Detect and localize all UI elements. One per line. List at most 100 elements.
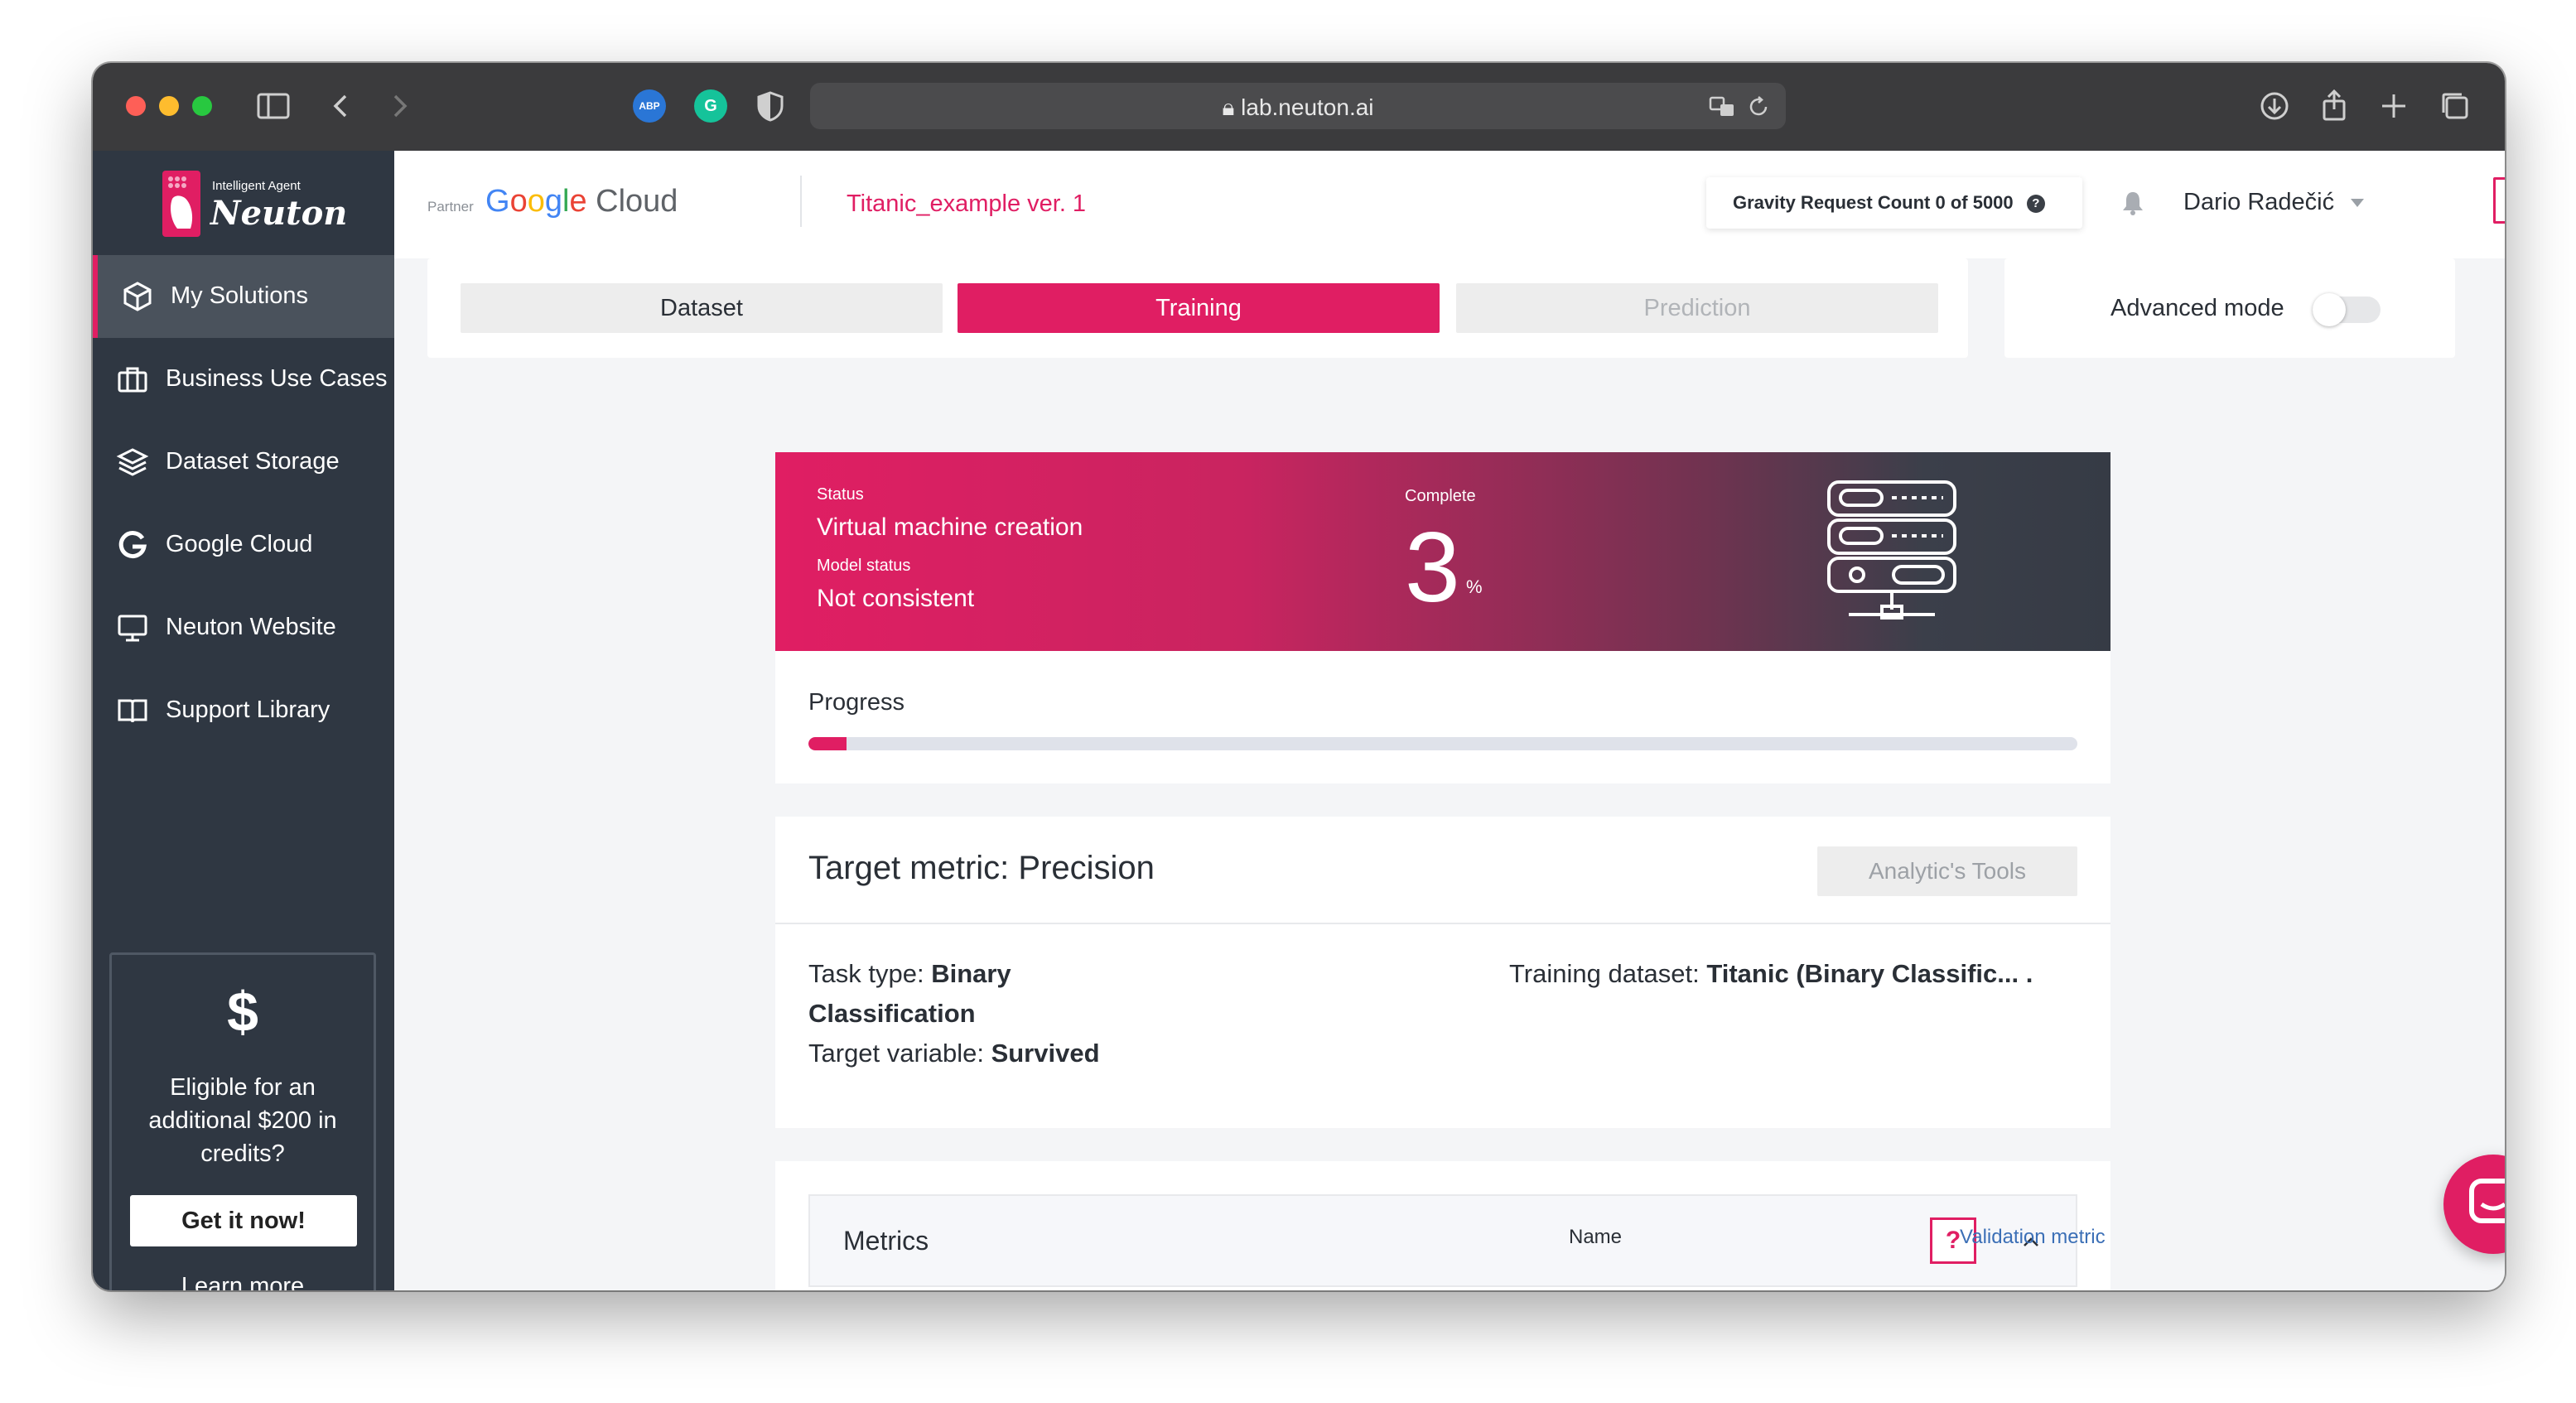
browser-toolbar: ABP G 🔒︎ lab.neuton.ai	[93, 63, 2505, 151]
layers-icon	[116, 448, 149, 476]
close-window-button[interactable]	[126, 96, 146, 116]
advanced-mode-toggle[interactable]	[2313, 293, 2381, 326]
column-header-validation-metric[interactable]: Validation metric	[1960, 1226, 2106, 1249]
training-dataset-label: Training dataset:	[1509, 959, 1707, 988]
forward-arrow-icon[interactable]	[381, 88, 417, 124]
google-g-icon	[118, 531, 147, 559]
back-arrow-icon[interactable]	[323, 88, 359, 124]
gravity-text: Gravity Request Count 0 of 5000	[1733, 192, 2014, 213]
training-dataset-value[interactable]: Titanic (Binary Classific... .	[1706, 959, 2033, 988]
task-type-label: Task type:	[808, 959, 932, 988]
neuton-logo-mark-icon	[162, 171, 200, 237]
target-variable-label: Target variable:	[808, 1039, 991, 1068]
target-metric-card: Target metric: Precision Analytic's Tool…	[775, 817, 2110, 1128]
metrics-header[interactable]: Metrics ?	[808, 1194, 2077, 1287]
sidebar-item-label: Business Use Cases	[166, 365, 388, 392]
workflow-tabs: Dataset Training Prediction	[427, 258, 1968, 358]
maximize-window-button[interactable]	[192, 96, 212, 116]
google-cloud-logo[interactable]: Google Cloud	[485, 184, 678, 219]
user-menu[interactable]: Dario Radečić	[2183, 189, 2365, 216]
privacy-shield-icon[interactable]	[752, 88, 789, 124]
translate-icon[interactable]	[1708, 93, 1736, 121]
advanced-mode-label: Advanced mode	[2110, 295, 2284, 321]
book-icon	[118, 699, 147, 723]
minimize-window-button[interactable]	[159, 96, 179, 116]
task-type: Task type: Binary Classification	[808, 954, 1123, 1034]
tab-prediction[interactable]: Prediction	[1456, 283, 1938, 333]
briefcase-icon	[118, 367, 147, 393]
learn-more-link[interactable]: Learn more	[112, 1273, 374, 1290]
share-icon[interactable]	[2316, 88, 2352, 124]
target-variable-value: Survived	[991, 1039, 1100, 1068]
progress-label: Progress	[808, 689, 905, 716]
project-title[interactable]: Titanic_example ver. 1	[847, 190, 1086, 218]
model-status-value: Not consistent	[817, 585, 975, 612]
chat-launcher-button[interactable]: 2	[2443, 1155, 2505, 1254]
lock-icon: 🔒︎	[1222, 94, 1242, 120]
sidebar-item-label: Support Library	[166, 697, 330, 723]
sidebar-item-label: Dataset Storage	[166, 448, 340, 475]
status-label: Status	[817, 485, 864, 504]
sidebar-item-dataset-storage[interactable]: Dataset Storage	[93, 421, 394, 504]
credits-text: Eligible for an additional $200 in credi…	[148, 1074, 337, 1167]
tab-overview-icon[interactable]	[2437, 88, 2473, 124]
complete-unit: %	[1466, 576, 1483, 597]
sidebar-item-my-solutions[interactable]: My Solutions	[93, 255, 394, 338]
sidebar-item-google-cloud[interactable]: Google Cloud	[93, 504, 394, 586]
user-name: Dario Radečić	[2183, 189, 2335, 215]
browser-window: ABP G 🔒︎ lab.neuton.ai Intelligent Agent…	[93, 63, 2505, 1290]
status-value: Virtual machine creation	[817, 513, 1083, 541]
metrics-card: Metrics ?	[775, 1161, 2110, 1290]
monitor-icon	[118, 615, 147, 642]
complete-label: Complete	[1405, 487, 1476, 505]
sidebar-item-label: Neuton Website	[166, 614, 336, 640]
header-divider	[800, 176, 802, 227]
sidebar-toggle-icon[interactable]	[255, 88, 292, 124]
neuton-logo[interactable]: Intelligent Agent Neuton	[162, 169, 347, 243]
google-wordmark: Google	[485, 184, 587, 219]
grammarly-extension-icon[interactable]: G	[694, 89, 727, 123]
column-header-name: Name	[1569, 1226, 1623, 1248]
analytic-tools-button[interactable]: Analytic's Tools	[1817, 846, 2077, 896]
downloads-icon[interactable]	[2256, 88, 2293, 124]
metrics-title: Metrics	[843, 1226, 929, 1256]
chat-icon	[2469, 1179, 2505, 1223]
cube-icon	[123, 282, 152, 311]
target-variable: Target variable: Survived	[808, 1034, 1100, 1073]
bell-icon[interactable]	[2119, 189, 2147, 217]
target-metric-title: Target metric: Precision	[808, 850, 1155, 886]
new-tab-icon[interactable]	[2376, 88, 2412, 124]
progress-bar	[808, 737, 2077, 750]
advanced-mode-card: Advanced mode	[2004, 258, 2455, 358]
reload-icon[interactable]	[1746, 94, 1771, 119]
dollar-icon: $	[227, 981, 258, 1044]
sidebar-item-neuton-website[interactable]: Neuton Website	[93, 586, 394, 669]
sidebar-item-label: My Solutions	[171, 282, 309, 309]
address-bar[interactable]: 🔒︎ lab.neuton.ai	[810, 83, 1786, 129]
get-it-now-button[interactable]: Get it now!	[130, 1195, 357, 1246]
sidebar-item-support-library[interactable]: Support Library	[93, 669, 394, 752]
progress-card: Progress	[775, 651, 2110, 783]
logo-name: Neuton	[210, 194, 348, 233]
cloud-wordmark: Cloud	[596, 184, 678, 219]
credits-promo: $ Eligible for an additional $200 in cre…	[109, 952, 376, 1290]
url-text: lab.neuton.ai	[1241, 94, 1374, 120]
training-status-banner: Status Virtual machine creation Model st…	[775, 452, 2110, 651]
tab-training[interactable]: Training	[958, 283, 1440, 333]
target-metric-header: Target metric: Precision Analytic's Tool…	[775, 817, 2110, 924]
main-content: Partner Google Cloud Titanic_example ver…	[394, 151, 2505, 1290]
chevron-down-icon	[2351, 199, 2365, 214]
training-dataset: Training dataset: Titanic (Binary Classi…	[1509, 954, 2033, 994]
adblock-extension-icon[interactable]: ABP	[633, 89, 666, 123]
sidebar-item-label: Google Cloud	[166, 531, 313, 557]
gravity-request-count[interactable]: Gravity Request Count 0 of 5000 ?	[1706, 177, 2082, 229]
tab-dataset[interactable]: Dataset	[461, 283, 943, 333]
server-icon	[1827, 480, 1956, 620]
logo-tagline: Intelligent Agent	[212, 179, 301, 193]
complete-value: 3	[1405, 512, 1460, 623]
toggle-knob	[2313, 293, 2346, 326]
partner-label: Partner	[427, 199, 474, 215]
help-button[interactable]: ?	[2493, 177, 2505, 224]
sidebar-item-business-use-cases[interactable]: Business Use Cases	[93, 338, 394, 421]
question-circle-icon[interactable]: ?	[2026, 195, 2045, 214]
